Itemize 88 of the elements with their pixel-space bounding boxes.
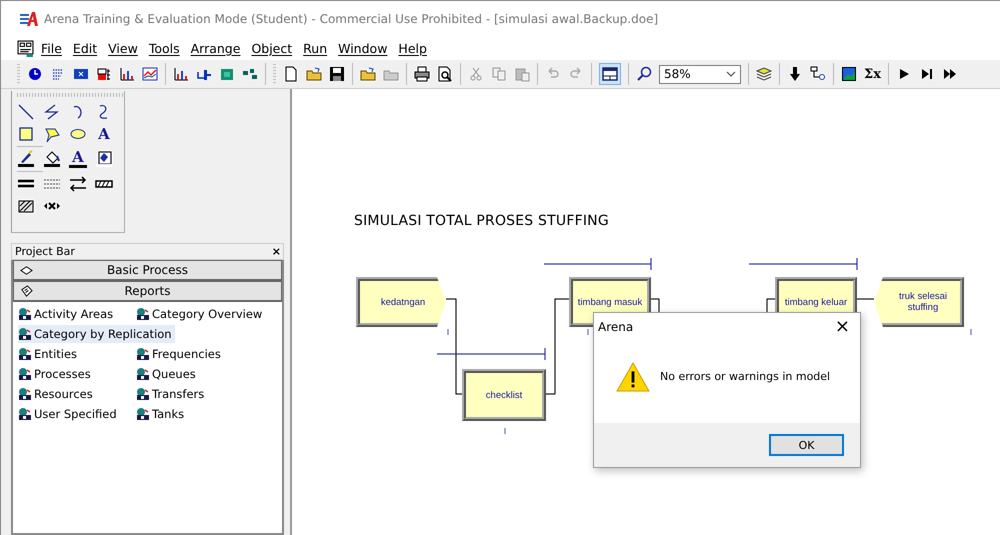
polyline-tool-icon[interactable] [43,103,61,121]
flowchart-module[interactable]: kedatngan [356,277,446,327]
diamond-icon [20,264,33,276]
menu-item[interactable]: File [41,40,62,56]
report-icon [136,347,150,361]
menu-item[interactable]: View [108,40,138,56]
report-icon [18,387,32,401]
report-item[interactable]: Category by Replication [18,325,175,343]
layers-icon[interactable] [756,66,772,82]
report-item[interactable]: Category Overview [136,305,276,323]
canvas-title: SIMULASI TOTAL PROSES STUFFING [354,213,609,229]
report-item[interactable]: Tanks [136,405,276,423]
panel-title: Project Bar [15,245,75,258]
flowchart-module[interactable]: checklist [462,369,546,421]
clock-icon[interactable] [27,66,43,82]
queue-line[interactable] [544,258,652,270]
arrow-style-icon[interactable] [69,175,87,193]
bar-chart-icon[interactable] [119,66,135,82]
fast-forward-icon[interactable] [942,66,958,82]
arrow-down-icon[interactable] [787,66,803,82]
dialog-message: No errors or warnings in model [660,370,830,383]
print-icon[interactable] [414,66,430,82]
menu-item[interactable]: Tools [148,40,180,56]
blocks-icon[interactable] [242,66,258,82]
bar-chart-icon[interactable] [96,66,112,82]
close-button[interactable]: × [272,245,281,258]
chart-icon[interactable] [173,66,189,82]
summation-icon[interactable]: Σx [864,66,881,82]
report-item[interactable]: Resources [18,385,136,403]
report-item[interactable]: User Specified [18,405,136,423]
connector[interactable] [546,298,570,394]
report-item[interactable]: Queues [136,365,276,383]
connector[interactable] [446,298,462,394]
report-icon [136,367,150,381]
report-item[interactable]: Transfers [136,385,276,403]
queue-line[interactable] [748,258,858,270]
report-icon [18,307,32,321]
window-layout-icon [602,66,618,82]
report-icon [18,407,32,421]
picture-icon[interactable] [841,66,857,82]
warning-icon [616,362,650,392]
fill-color-icon[interactable] [43,150,61,168]
report-item[interactable]: Entities [18,345,136,363]
menu-item[interactable]: Edit [72,40,98,56]
rectangle-tool-icon[interactable] [17,125,35,143]
open-folder-icon[interactable] [306,66,322,82]
queue-line[interactable] [436,348,546,360]
connector[interactable] [856,298,874,300]
report-icon [136,307,150,321]
menu-item[interactable]: Window [338,40,388,56]
menu-item[interactable]: Run [303,40,328,56]
split-view-button[interactable] [599,63,621,85]
new-file-icon[interactable] [283,66,299,82]
document-icon[interactable] [17,40,34,56]
text-tool-icon[interactable]: A [95,125,113,143]
folder-icon[interactable] [360,66,376,82]
report-icon [18,327,32,341]
spreadsheet-icon[interactable] [73,66,89,82]
print-preview-icon[interactable] [437,66,453,82]
save-icon[interactable] [329,66,345,82]
app-logo-icon [19,10,39,26]
window-background-icon[interactable] [95,150,113,168]
connector[interactable] [650,298,660,312]
menu-item[interactable]: Arrange [190,40,240,56]
window-title: Arena Training & Evaluation Mode (Student) - Commercial Use Prohibited - [simulasi awal.Backup.doe] [44,12,658,26]
report-icon [136,407,150,421]
line-color-icon[interactable] [17,150,35,168]
flowchart-module[interactable]: truk selesai stuffing [874,277,964,327]
zoom-combobox[interactable]: 58% [659,64,741,84]
menu-item[interactable]: Object [251,40,292,56]
connector[interactable] [766,298,776,312]
line-chart-icon[interactable] [142,66,158,82]
report-item[interactable]: Frequencies [136,345,276,363]
menu-item[interactable]: Help [398,40,427,56]
report-item[interactable]: Processes [18,365,136,383]
panel-header-button[interactable]: Reports [13,281,282,302]
line-tool-icon[interactable] [17,103,35,121]
square-icon[interactable] [219,66,235,82]
report-icon [18,367,32,381]
panel-header-button[interactable]: Basic Process [13,260,282,281]
ok-button[interactable]: OK [769,434,844,456]
chevron-down-icon [726,71,736,77]
zoom-icon[interactable] [636,66,652,82]
flowchart-icon[interactable] [810,66,826,82]
report-icon [18,347,32,361]
notepad-icon [20,284,33,298]
report-icon [136,387,150,401]
report-item[interactable]: Activity Areas [18,305,136,323]
